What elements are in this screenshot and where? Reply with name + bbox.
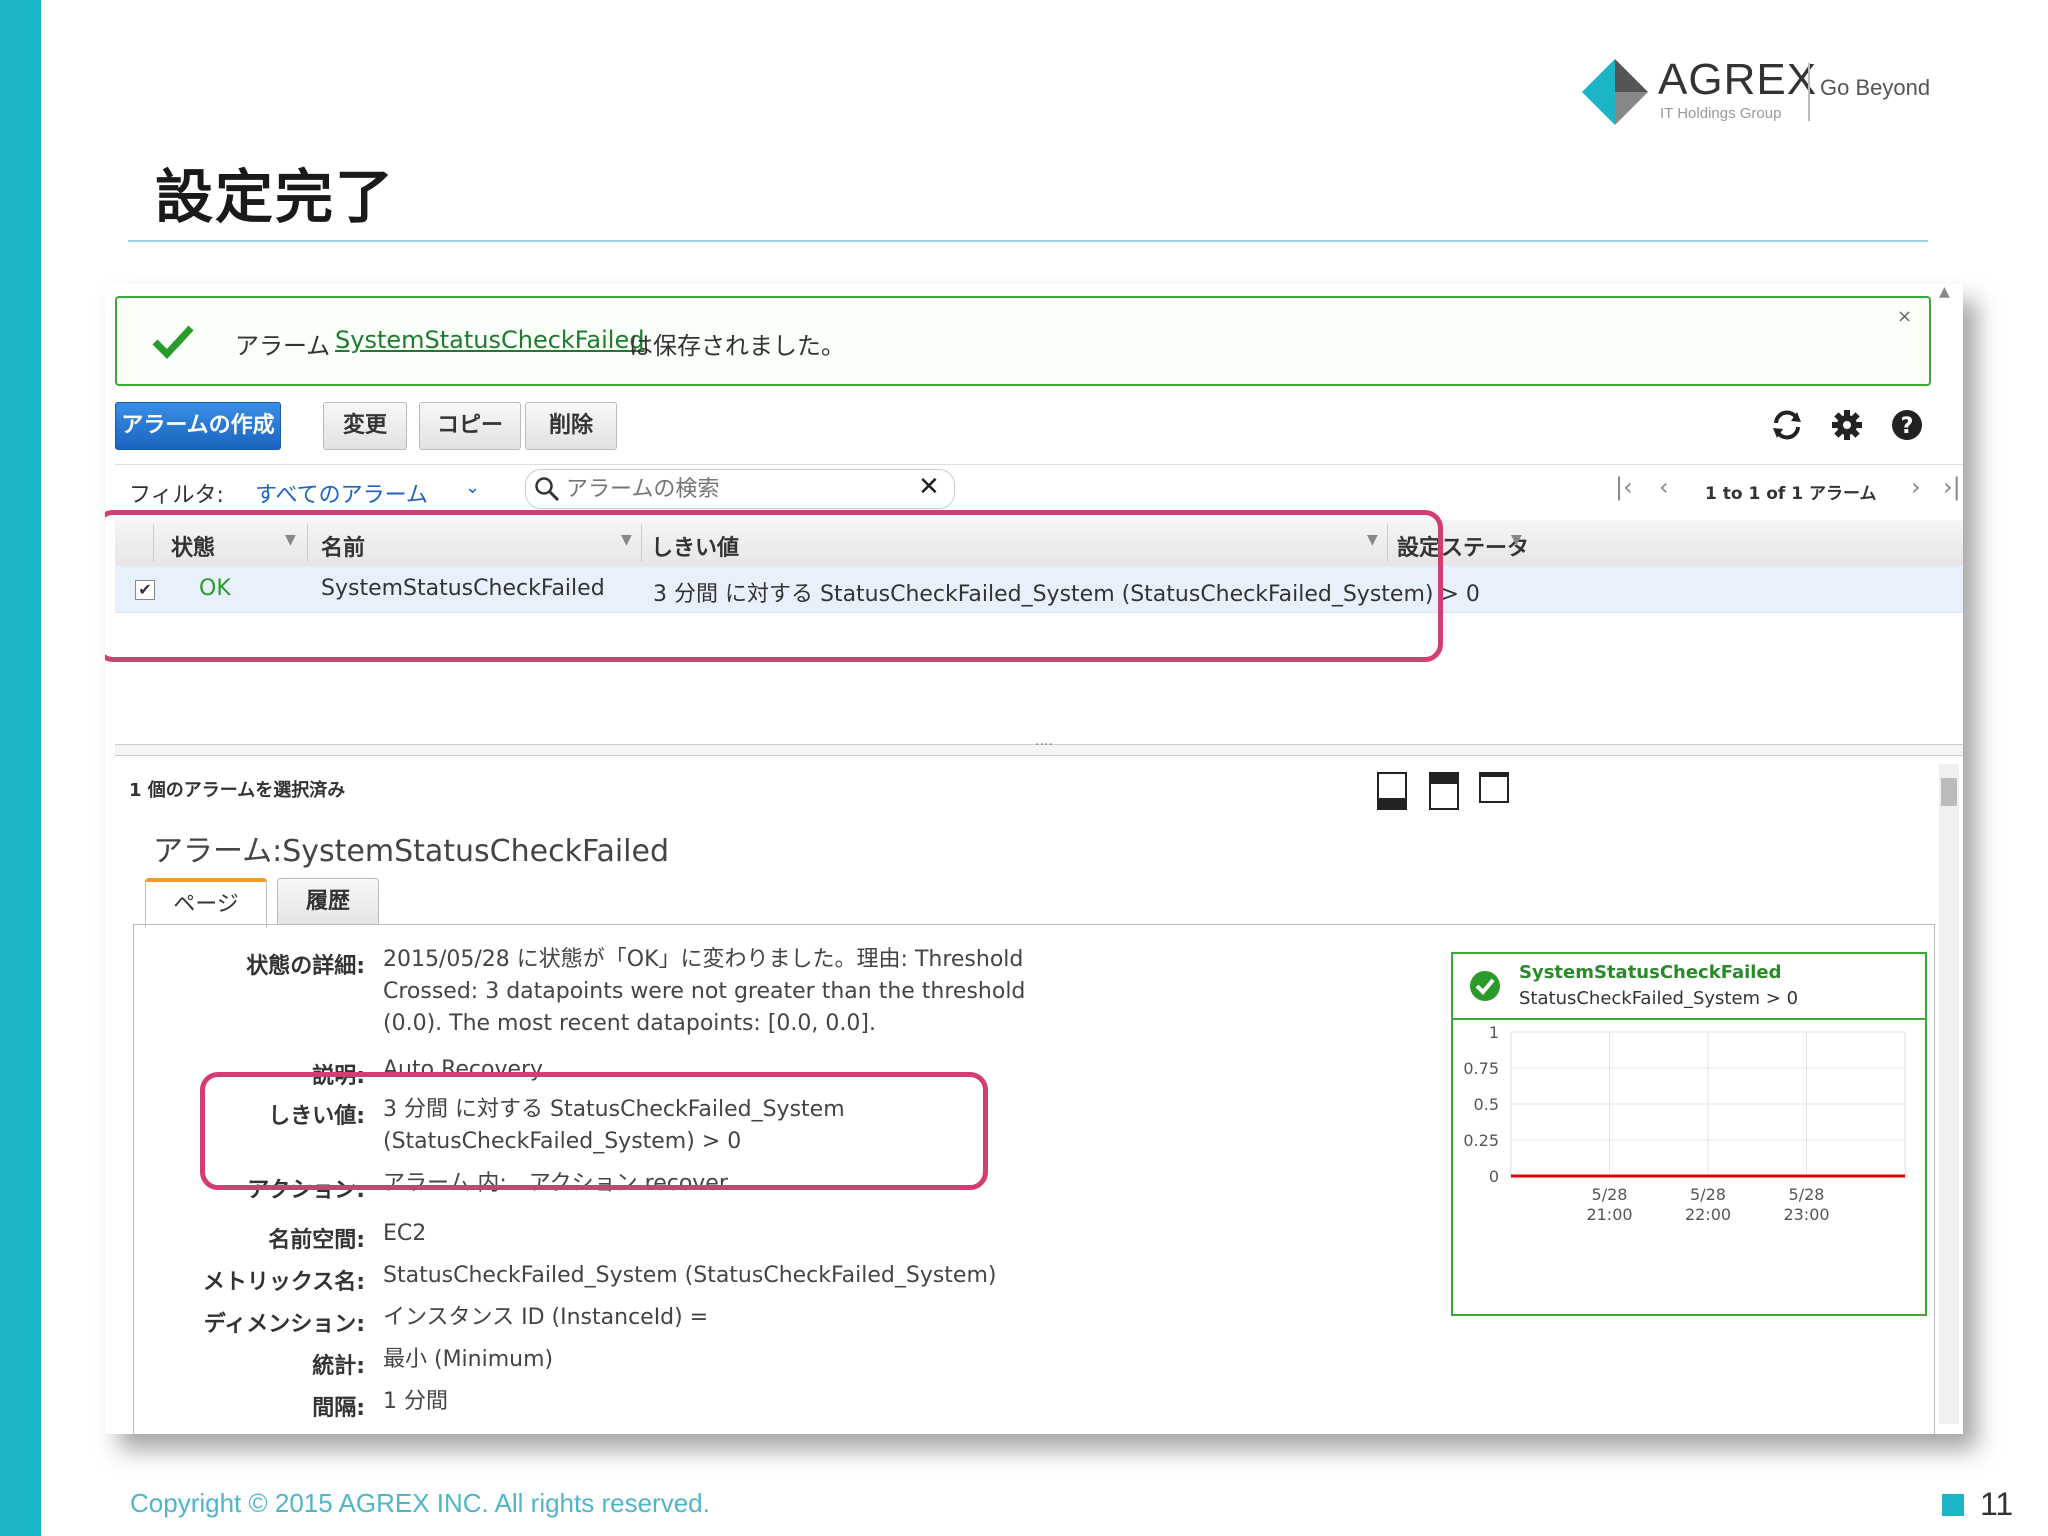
state-details-line: Crossed: 3 datapoints were not greater t… [383, 979, 1026, 1004]
chart-title: SystemStatusCheckFailed [1519, 962, 1782, 983]
pager-text: 1 to 1 of 1 アラーム [1705, 484, 1877, 504]
field-label-namespace: 名前空間: [268, 1228, 365, 1253]
field-value-state-details: 2015/05/28 に状態が「OK」に変わりました。理由: Threshold… [383, 944, 1025, 1040]
notice-prefix: アラーム [235, 332, 331, 360]
chevron-down-icon[interactable]: ⌄ [465, 477, 480, 498]
field-label-period: 間隔: [312, 1396, 365, 1421]
logo-group: IT Holdings Group [1660, 105, 1782, 122]
next-page-icon[interactable]: › [1911, 473, 1921, 501]
refresh-icon[interactable] [1770, 408, 1804, 442]
checkmark-icon [152, 325, 194, 360]
filter-label: フィルタ: [129, 483, 224, 508]
x-tick-label: 5/28 [1789, 1185, 1825, 1204]
notice-suffix: は保存されました。 [629, 332, 845, 360]
sort-caret-icon[interactable]: ▼ [1511, 532, 1522, 548]
y-tick-label: 0.5 [1474, 1095, 1499, 1114]
filter-bar: フィルタ: すべてのアラーム ⌄ ✕ |‹ ‹ 1 to 1 of 1 アラーム… [115, 464, 1963, 515]
x-tick-label: 23:00 [1783, 1205, 1829, 1224]
chart-plot: 10.750.50.2505/2821:005/2822:005/2823:00 [1463, 1024, 1906, 1224]
field-value-dimensions: インスタンス ID (InstanceId) = [383, 1305, 709, 1330]
delete-button[interactable]: 削除 [525, 402, 617, 450]
notice-alarm-link[interactable]: SystemStatusCheckFailed [335, 326, 644, 354]
search-icon [535, 477, 560, 502]
prev-page-icon[interactable]: ‹ [1659, 473, 1669, 501]
field-label-state-details: 状態の詳細: [246, 954, 365, 979]
drag-handle-icon[interactable]: ···· [1035, 737, 1053, 753]
chart-header: SystemStatusCheckFailed StatusCheckFaile… [1453, 954, 1925, 1020]
logo-divider [1808, 63, 1810, 121]
highlight-box [105, 510, 1443, 662]
y-tick-label: 0.75 [1463, 1059, 1499, 1078]
slide-accent-bar [0, 0, 41, 1536]
ok-status-icon [1470, 971, 1500, 1001]
first-page-icon[interactable]: |‹ [1615, 473, 1633, 501]
y-tick-label: 0.25 [1463, 1131, 1499, 1150]
search-input[interactable] [564, 473, 908, 505]
x-tick-label: 5/28 [1690, 1185, 1726, 1204]
title-divider [128, 240, 1928, 242]
copy-button[interactable]: コピー [419, 402, 521, 450]
tab-history[interactable]: 履歴 [277, 878, 379, 925]
bottom-pane-view-icon[interactable] [1377, 772, 1407, 810]
scrollbar-thumb[interactable] [1941, 778, 1957, 806]
pager: |‹ ‹ 1 to 1 of 1 アラーム › ›| [1615, 473, 1963, 509]
y-tick-label: 1 [1489, 1024, 1499, 1042]
x-tick-label: 21:00 [1586, 1205, 1632, 1224]
create-alarm-button[interactable]: アラームの作成 [115, 402, 281, 450]
filter-dropdown[interactable]: すべてのアラーム [255, 477, 428, 509]
success-notice: アラーム SystemStatusCheckFailed は保存されました。 × [115, 296, 1931, 386]
field-value-period: 1 分間 [383, 1389, 448, 1414]
y-tick-label: 0 [1489, 1167, 1499, 1186]
selected-count: 1 個のアラームを選択済み [129, 780, 346, 801]
field-value-metric-name: StatusCheckFailed_System (StatusCheckFai… [383, 1263, 997, 1288]
state-details-line: (0.0). The most recent datapoints: [0.0,… [383, 1011, 876, 1036]
field-label-dimensions: ディメンション: [203, 1312, 365, 1337]
cloudwatch-screenshot: アラーム SystemStatusCheckFailed は保存されました。 ×… [105, 284, 1963, 1434]
help-icon[interactable]: ? [1890, 408, 1924, 442]
svg-text:?: ? [1901, 414, 1914, 439]
split-pane-view-icon[interactable] [1429, 772, 1459, 810]
slide-title: 設定完了 [155, 163, 396, 231]
field-label-statistic: 統計: [312, 1354, 365, 1379]
chart-subtitle: StatusCheckFailed_System > 0 [1519, 988, 1799, 1009]
x-tick-label: 5/28 [1592, 1185, 1628, 1204]
page-number-marker [1942, 1494, 1964, 1516]
detail-bar: 1 個のアラームを選択済み [115, 770, 1963, 810]
copyright: Copyright © 2015 AGREX INC. All rights r… [130, 1488, 710, 1518]
x-tick-label: 22:00 [1685, 1205, 1731, 1224]
field-value-statistic: 最小 (Minimum) [383, 1347, 554, 1372]
alarm-chart: SystemStatusCheckFailed StatusCheckFaile… [1451, 952, 1927, 1316]
agrex-logo: AGREX IT Holdings Group Go Beyond [1580, 55, 1940, 135]
logo-name: AGREX [1658, 55, 1818, 104]
agrex-logo-mark-icon [1582, 59, 1648, 125]
alarm-detail-title: アラーム:SystemStatusCheckFailed [153, 834, 670, 869]
field-value-namespace: EC2 [383, 1221, 427, 1246]
scroll-up-icon[interactable]: ▲ [1939, 284, 1950, 300]
modify-button[interactable]: 変更 [323, 402, 407, 450]
scrollbar[interactable] [1939, 764, 1959, 1424]
pane-splitter[interactable]: ···· [115, 737, 1963, 756]
tab-page[interactable]: ページ [145, 878, 267, 928]
alarm-search[interactable]: ✕ [525, 469, 955, 509]
field-label-metric-name: メトリックス名: [202, 1270, 365, 1295]
gear-icon[interactable] [1830, 408, 1864, 442]
page-number: 11 [1980, 1486, 2014, 1522]
detail-tabs: ページ 履歴 [145, 878, 1945, 928]
last-page-icon[interactable]: ›| [1943, 473, 1961, 501]
state-details-line: 2015/05/28 に状態が「OK」に変わりました。理由: Threshold [383, 947, 1024, 972]
full-pane-view-icon[interactable] [1479, 772, 1509, 803]
highlight-box [200, 1072, 988, 1190]
logo-tagline: Go Beyond [1820, 75, 1931, 100]
close-icon[interactable]: × [1897, 306, 1912, 327]
clear-search-icon[interactable]: ✕ [918, 472, 940, 502]
